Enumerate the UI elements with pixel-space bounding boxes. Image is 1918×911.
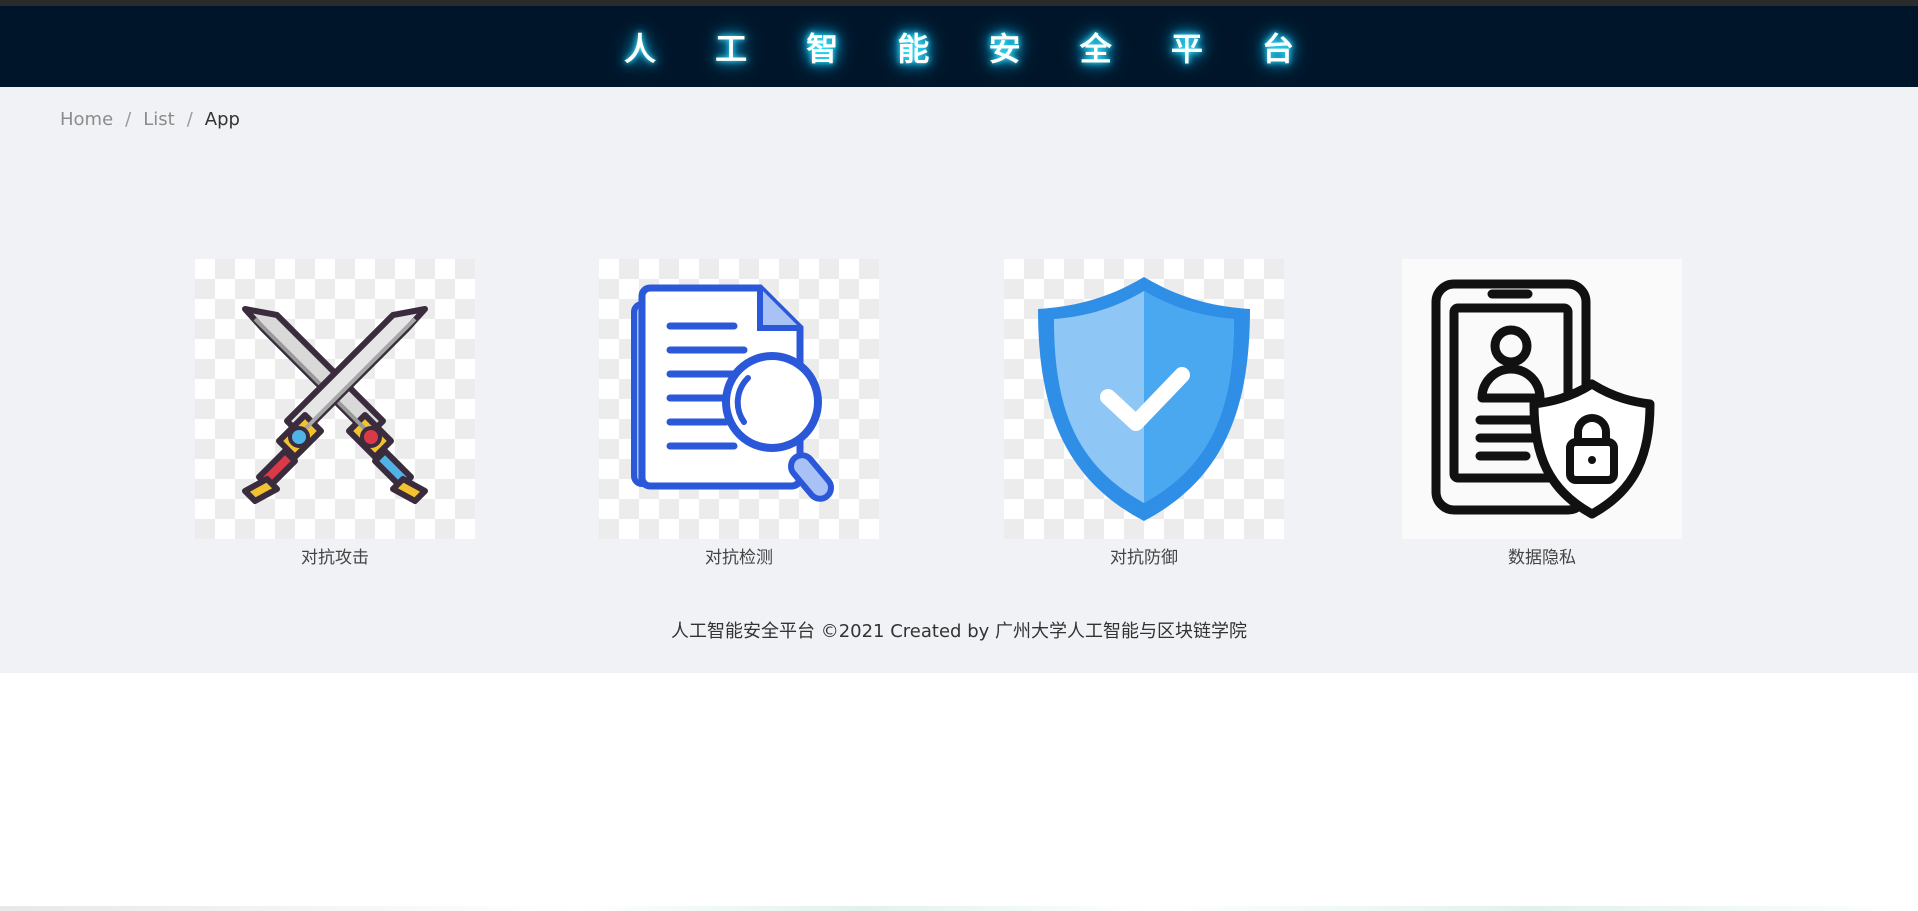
card-image[interactable] [599, 259, 879, 539]
breadcrumb-separator: / [125, 109, 132, 130]
app-header: 人 工 智 能 安 全 平 台 [0, 6, 1918, 87]
card-image[interactable] [1402, 259, 1682, 539]
breadcrumb-list[interactable]: List [143, 109, 174, 130]
card-label[interactable]: 对抗防御 [1110, 543, 1178, 568]
card-label[interactable]: 数据隐私 [1508, 543, 1576, 568]
card-adversarial-detection[interactable]: 对抗检测 [598, 259, 880, 568]
card-label[interactable]: 对抗检测 [705, 543, 773, 568]
breadcrumb: Home / List / App [60, 109, 240, 130]
card-label[interactable]: 对抗攻击 [301, 543, 369, 568]
breadcrumb-separator: / [186, 109, 193, 130]
bottom-strip [0, 906, 1918, 911]
footer: 人工智能安全平台 ©2021 Created by 广州大学人工智能与区块链学院 [670, 621, 1247, 642]
card-image[interactable] [195, 259, 475, 539]
card-adversarial-defense[interactable]: 对抗防御 [1003, 259, 1285, 568]
card-image[interactable] [1004, 259, 1284, 539]
crossed-swords-icon [242, 306, 428, 504]
breadcrumb-current: App [204, 109, 240, 130]
breadcrumb-home[interactable]: Home [60, 109, 113, 130]
page-title: 人 工 智 能 安 全 平 台 [624, 29, 1318, 68]
document-search-icon [631, 284, 834, 502]
phone-user-lock-icon [1431, 279, 1655, 519]
main-content: Home / List / App 对抗攻击 对抗检测 对抗防御 数据隐私 人工… [0, 87, 1918, 673]
card-data-privacy[interactable]: 数据隐私 [1401, 259, 1683, 568]
card-adversarial-attack[interactable]: 对抗攻击 [194, 259, 476, 568]
shield-check-icon [1038, 277, 1250, 521]
